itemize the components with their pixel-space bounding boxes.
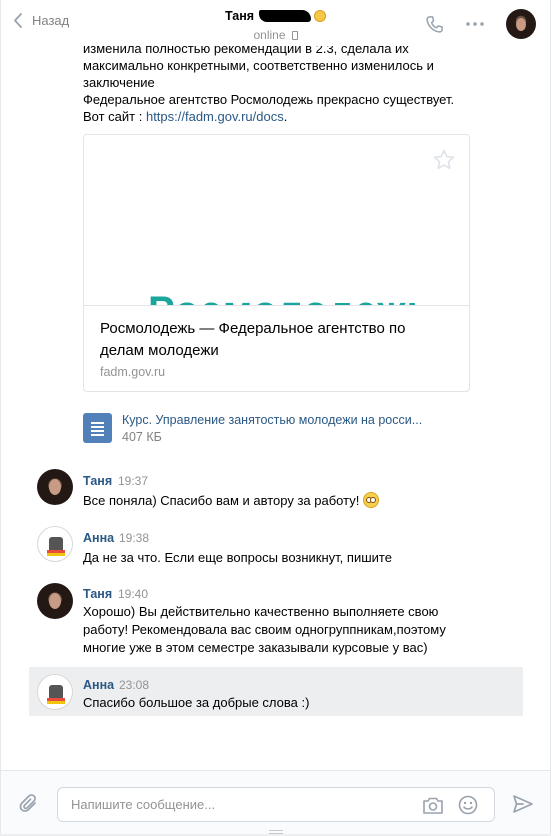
message-body: Все поняла) Спасибо вам и автору за рабо… (83, 492, 503, 510)
more-icon[interactable] (466, 22, 484, 26)
document-name[interactable]: Курс. Управление занятостью молодежи на … (122, 413, 422, 427)
link-preview-card[interactable]: Росмолодежь Росмолодежь — Федеральное аг… (83, 134, 470, 392)
link-preview-domain: fadm.gov.ru (100, 365, 166, 379)
message-text: Хорошо) Вы действительно качественно вып… (83, 604, 446, 655)
message-text-partial: изменила полностью рекомендации в 2.3, с… (83, 46, 483, 125)
smile-icon[interactable] (458, 795, 478, 815)
mobile-icon (291, 30, 298, 40)
chat-header: Назад Таня online (1, 0, 550, 46)
header-actions (425, 9, 536, 39)
star-icon[interactable] (433, 149, 455, 170)
paperclip-icon[interactable] (18, 793, 40, 815)
message-text: Спасибо большое за добрые слова :) (83, 695, 310, 710)
chat-window: Назад Таня online изменила полностью рек… (0, 0, 551, 834)
message-item[interactable]: Таня 19:37 Все поняла) Спасибо вам и авт… (29, 462, 523, 512)
message-composer (1, 770, 550, 834)
message-line-prefix: Вот сайт : (83, 109, 146, 124)
avatar[interactable] (37, 674, 73, 710)
document-attachment[interactable]: Курс. Управление занятостью молодежи на … (83, 413, 422, 444)
message-line: максимально конкретными, соответственно … (83, 58, 434, 73)
message-line: Вот сайт : https://fadm.gov.ru/docs. (83, 108, 483, 125)
peer-name: Таня (224, 9, 255, 23)
message-time[interactable]: 19:38 (119, 531, 149, 545)
peer-name-row: Таня (224, 9, 327, 23)
message-author[interactable]: Анна (83, 678, 114, 692)
redacted-surname (259, 10, 312, 22)
message-time[interactable]: 23:08 (119, 678, 149, 692)
send-icon[interactable] (513, 795, 533, 813)
emoji-icon (362, 492, 379, 508)
message-input[interactable] (71, 797, 411, 812)
document-size: 407 КБ (122, 430, 162, 444)
message-text: Да не за что. Если еще вопросы возникнут… (83, 550, 392, 565)
link-preview-thumb: Росмолодежь (84, 135, 469, 306)
avatar[interactable] (37, 469, 73, 505)
emoji-icon (314, 10, 327, 22)
message-author[interactable]: Анна (83, 531, 114, 545)
phone-icon[interactable] (425, 15, 444, 34)
brand-logo-text: Росмолодежь (148, 289, 432, 305)
resize-handle[interactable] (269, 830, 283, 836)
message-input-wrapper (57, 787, 495, 822)
camera-icon[interactable] (422, 796, 444, 815)
message-item[interactable]: Таня 19:40 Хорошо) Вы действительно каче… (29, 576, 523, 662)
avatar[interactable] (37, 526, 73, 562)
document-info: Курс. Управление занятостью молодежи на … (122, 413, 422, 444)
link-preview-title: Росмолодежь — Федеральное агентство по д… (100, 320, 406, 359)
message-text: Все поняла) Спасибо вам и автору за рабо… (83, 493, 360, 508)
message-line: изменила полностью рекомендации в 2.3, с… (83, 46, 409, 56)
message-author[interactable]: Таня (83, 587, 112, 601)
peer-avatar[interactable] (506, 9, 536, 39)
site-link[interactable]: https://fadm.gov.ru/docs (146, 109, 284, 124)
message-item[interactable]: Анна 19:38 Да не за что. Если еще вопрос… (29, 519, 523, 569)
message-line: Федеральное агентство Росмолодежь прекра… (83, 92, 455, 107)
message-line-suffix: . (283, 109, 288, 124)
message-author[interactable]: Таня (83, 474, 112, 488)
message-history[interactable]: изменила полностью рекомендации в 2.3, с… (1, 46, 550, 770)
message-item[interactable]: Анна 23:08 Спасибо большое за добрые сло… (29, 667, 523, 716)
message-time[interactable]: 19:40 (118, 587, 148, 601)
message-time[interactable]: 19:37 (118, 474, 148, 488)
peer-status: online (253, 28, 286, 42)
message-line: заключение (83, 75, 155, 90)
avatar[interactable] (37, 583, 73, 619)
document-icon (83, 413, 112, 443)
